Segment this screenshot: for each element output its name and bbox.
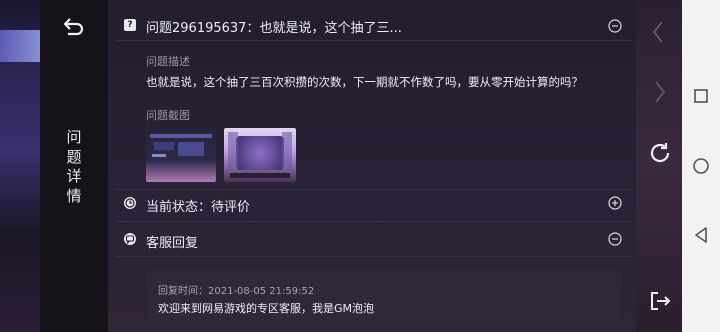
refresh-icon[interactable] [648, 141, 672, 165]
screenshot-label: 问题截图 [146, 109, 190, 122]
game-background-left [0, 0, 40, 332]
home-icon[interactable] [692, 157, 710, 175]
reply-card [146, 270, 622, 326]
back-icon[interactable] [62, 16, 86, 38]
exit-icon[interactable] [648, 289, 672, 313]
game-background-right [636, 0, 682, 332]
description-text: 也就是说，这个抽了三百次积攒的次数，下一期就不作数了吗，要从零开始计算的吗？ [146, 75, 583, 89]
status-text: 当前状态：待评价 [146, 200, 251, 215]
reply-text: 欢迎来到网易游戏的专区客服，我是GM泡泡 [158, 302, 375, 315]
divider [116, 189, 632, 190]
expand-status-icon[interactable] [608, 196, 622, 210]
divider [116, 256, 632, 257]
chevron-left-icon[interactable] [650, 20, 666, 44]
collapse-service-icon[interactable] [608, 232, 622, 246]
service-reply-label: 客服回复 [146, 236, 199, 251]
description-label: 问题描述 [146, 55, 190, 68]
divider [116, 221, 632, 222]
reply-time: 回复时间：2021-08-05 21:59:52 [158, 286, 315, 297]
recent-apps-icon[interactable] [693, 88, 709, 104]
chevron-right-icon[interactable] [652, 80, 668, 104]
question-icon: ? [124, 19, 136, 31]
back-nav-icon[interactable] [693, 226, 709, 244]
screenshot-thumbnail-2[interactable] [224, 128, 296, 182]
collapse-question-icon[interactable] [608, 19, 622, 33]
chat-icon [124, 233, 136, 245]
question-title[interactable]: 问题296195637：也就是说，这个抽了三... [146, 17, 402, 36]
divider [116, 40, 632, 41]
clock-icon [124, 197, 136, 209]
page-title: 问题详情 [66, 128, 82, 205]
screenshot-thumbnail-1[interactable] [146, 128, 216, 182]
